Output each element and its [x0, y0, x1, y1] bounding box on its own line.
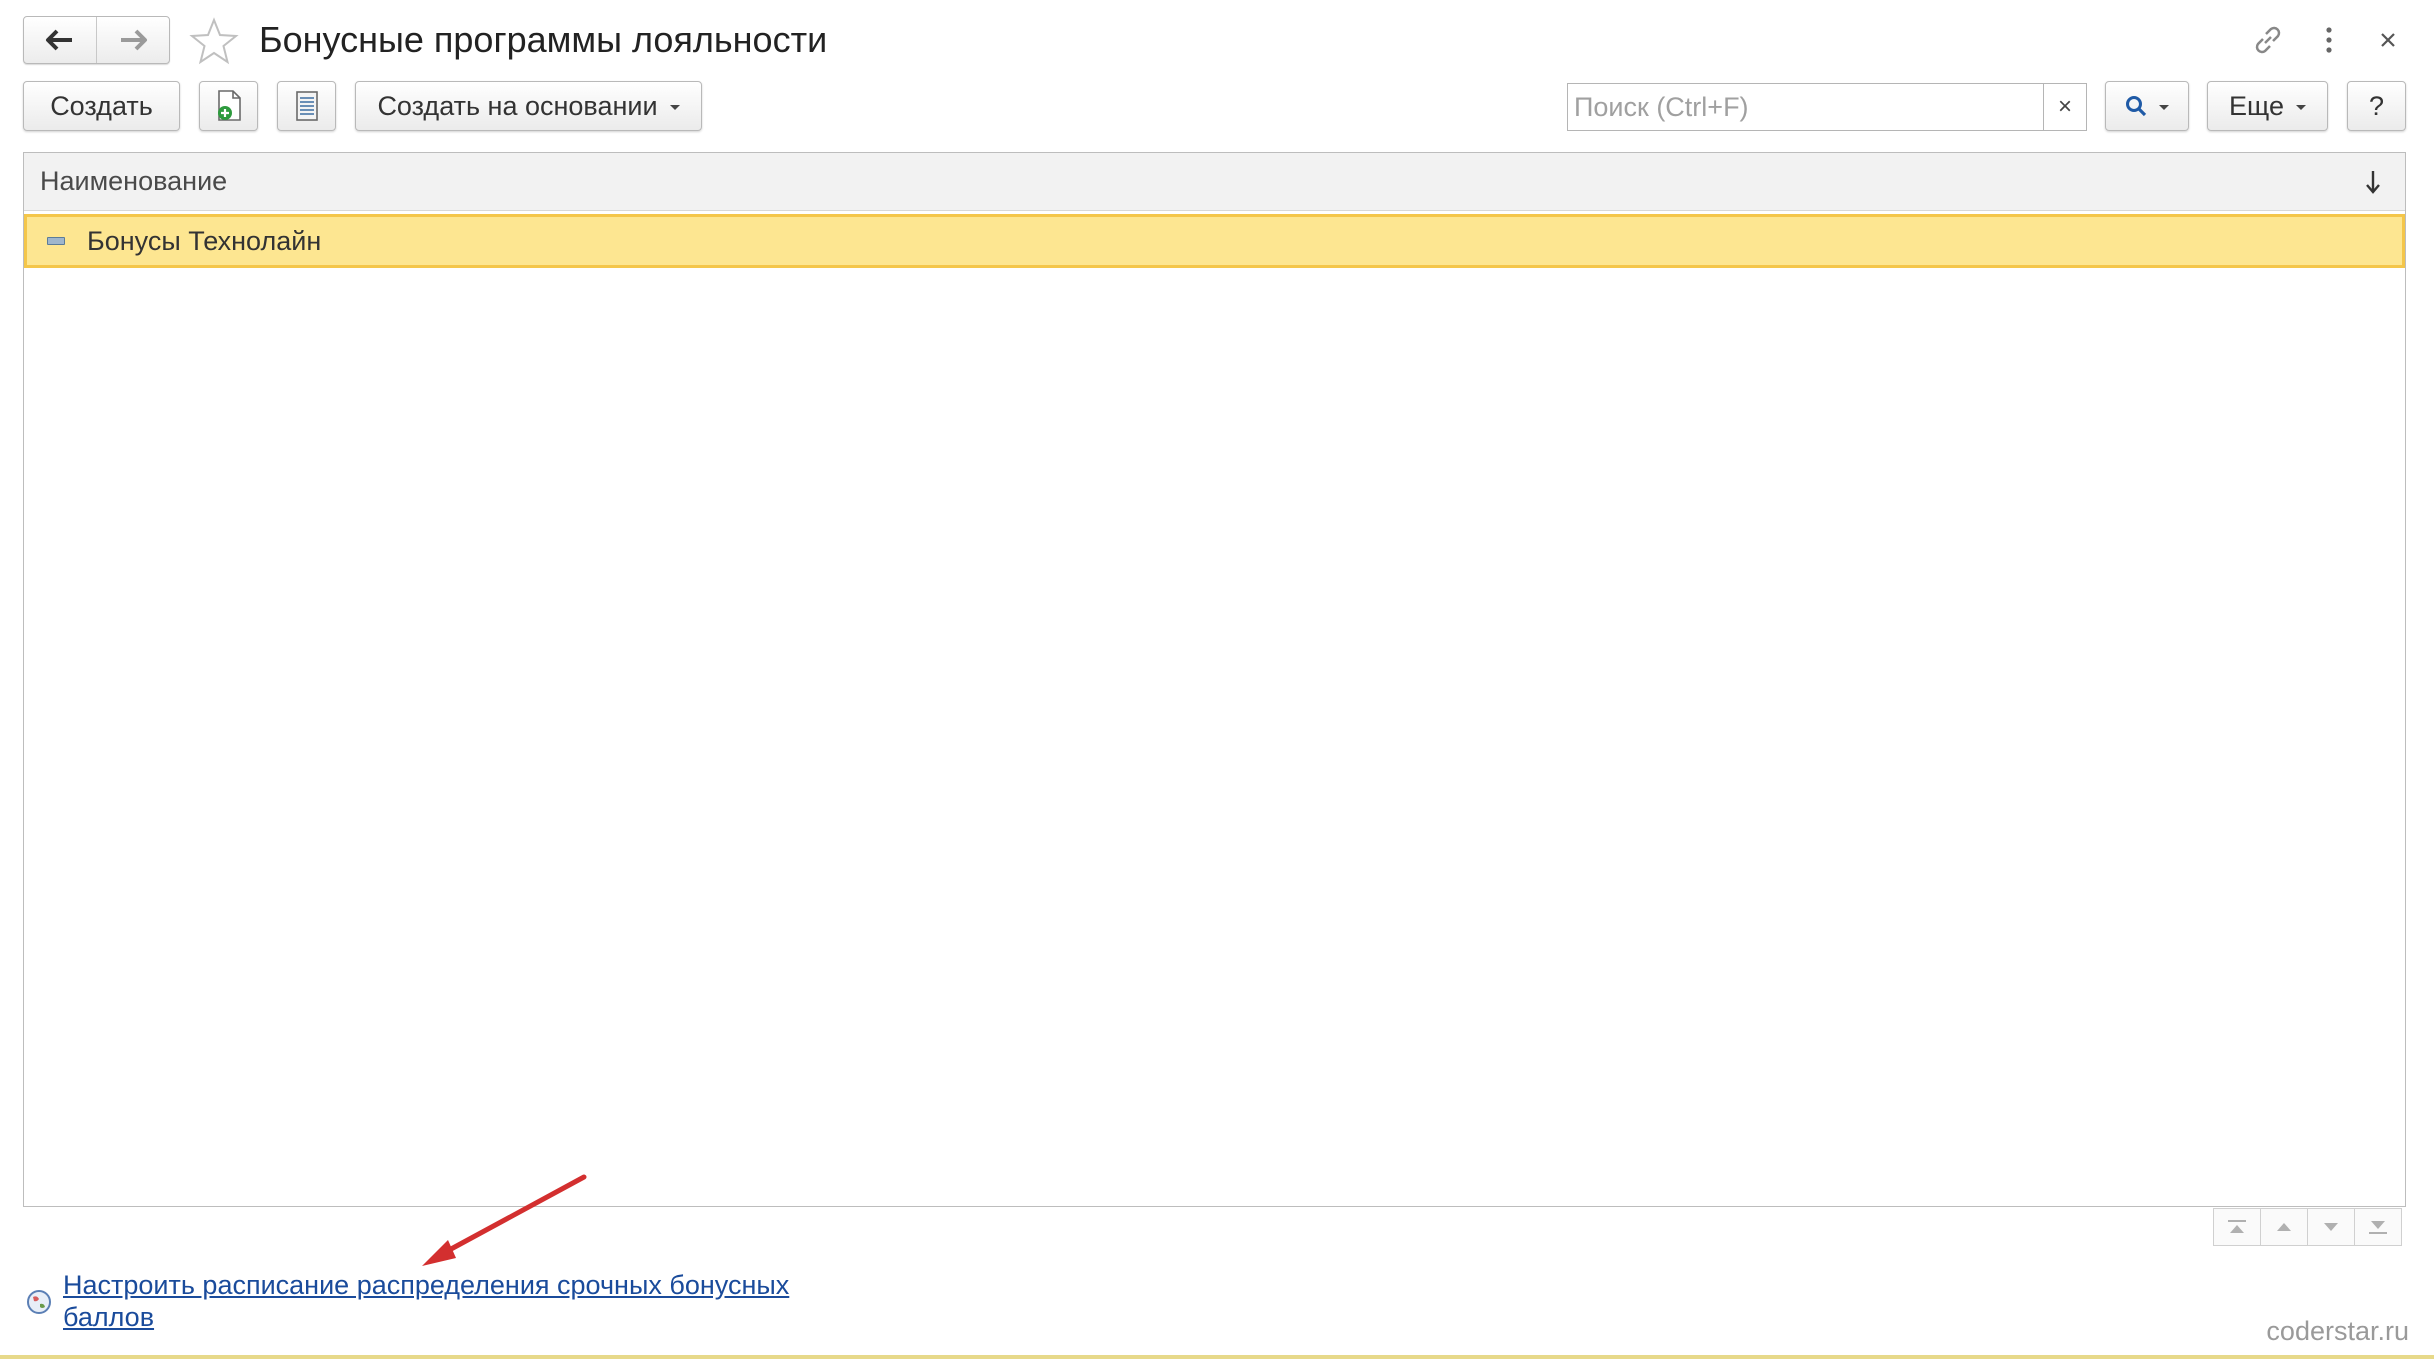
scroll-up-icon	[2277, 1223, 2291, 1231]
back-button[interactable]	[24, 17, 96, 63]
row-name-cell: Бонусы Технолайн	[87, 225, 322, 256]
clear-search-button[interactable]: ×	[2043, 84, 2086, 130]
close-icon	[2381, 33, 2395, 47]
table-row[interactable]: Бонусы Технолайн	[24, 214, 2405, 268]
scroll-up-button[interactable]	[2260, 1208, 2308, 1246]
page-title: Бонусные программы лояльности	[259, 19, 828, 60]
favorite-button[interactable]	[189, 17, 239, 65]
list-scroll-buttons	[2213, 1208, 2402, 1246]
column-header-name[interactable]: Наименование	[40, 166, 227, 197]
create-based-on-button[interactable]: Создать на основании	[355, 81, 702, 131]
more-button[interactable]: Еще	[2207, 81, 2328, 131]
scroll-down-icon	[2324, 1223, 2338, 1231]
list-mode-button[interactable]	[277, 81, 336, 131]
scroll-to-top-button[interactable]	[2213, 1208, 2261, 1246]
bottom-divider	[0, 1355, 2434, 1359]
forward-button[interactable]	[96, 17, 169, 63]
app-window: Бонусные программы лояльности Создать Со…	[0, 0, 2434, 1359]
catalog-item-icon	[47, 237, 65, 245]
sort-down-icon	[2366, 171, 2380, 194]
copy-button[interactable]	[199, 81, 258, 131]
search-input[interactable]	[1568, 84, 2043, 130]
more-vertical-icon	[2326, 27, 2332, 53]
more-label: Еще	[2229, 90, 2284, 121]
arrow-right-icon	[121, 29, 147, 51]
watermark: coderstar.ru	[2266, 1316, 2409, 1346]
create-button[interactable]: Создать	[23, 81, 180, 131]
navigation-buttons	[23, 16, 170, 64]
table-header[interactable]: Наименование	[24, 153, 2405, 211]
scroll-top-icon	[2228, 1220, 2246, 1233]
link-button[interactable]	[2248, 20, 2288, 60]
list-icon	[295, 91, 318, 121]
scroll-down-button[interactable]	[2307, 1208, 2355, 1246]
search-icon	[2126, 96, 2147, 117]
scroll-bottom-icon	[2369, 1221, 2387, 1234]
chevron-down-icon	[669, 105, 680, 110]
globe-icon	[27, 1290, 51, 1314]
chevron-down-icon	[2295, 105, 2306, 110]
arrow-left-icon	[46, 29, 72, 51]
star-icon	[189, 17, 239, 65]
list-table: Наименование Бонусы Технолайн	[23, 152, 2406, 1207]
search-field: ×	[1567, 83, 2087, 131]
help-button[interactable]: ?	[2347, 81, 2406, 131]
close-button[interactable]	[2368, 20, 2408, 60]
scroll-to-bottom-button[interactable]	[2354, 1208, 2402, 1246]
chevron-down-icon	[2159, 105, 2169, 110]
create-based-on-label: Создать на основании	[377, 90, 658, 121]
more-actions-button[interactable]	[2309, 20, 2349, 60]
schedule-settings-link[interactable]: Настроить расписание распределения срочн…	[63, 1269, 823, 1333]
search-button[interactable]	[2105, 81, 2189, 131]
link-icon	[2255, 26, 2281, 54]
document-add-icon	[217, 90, 241, 121]
